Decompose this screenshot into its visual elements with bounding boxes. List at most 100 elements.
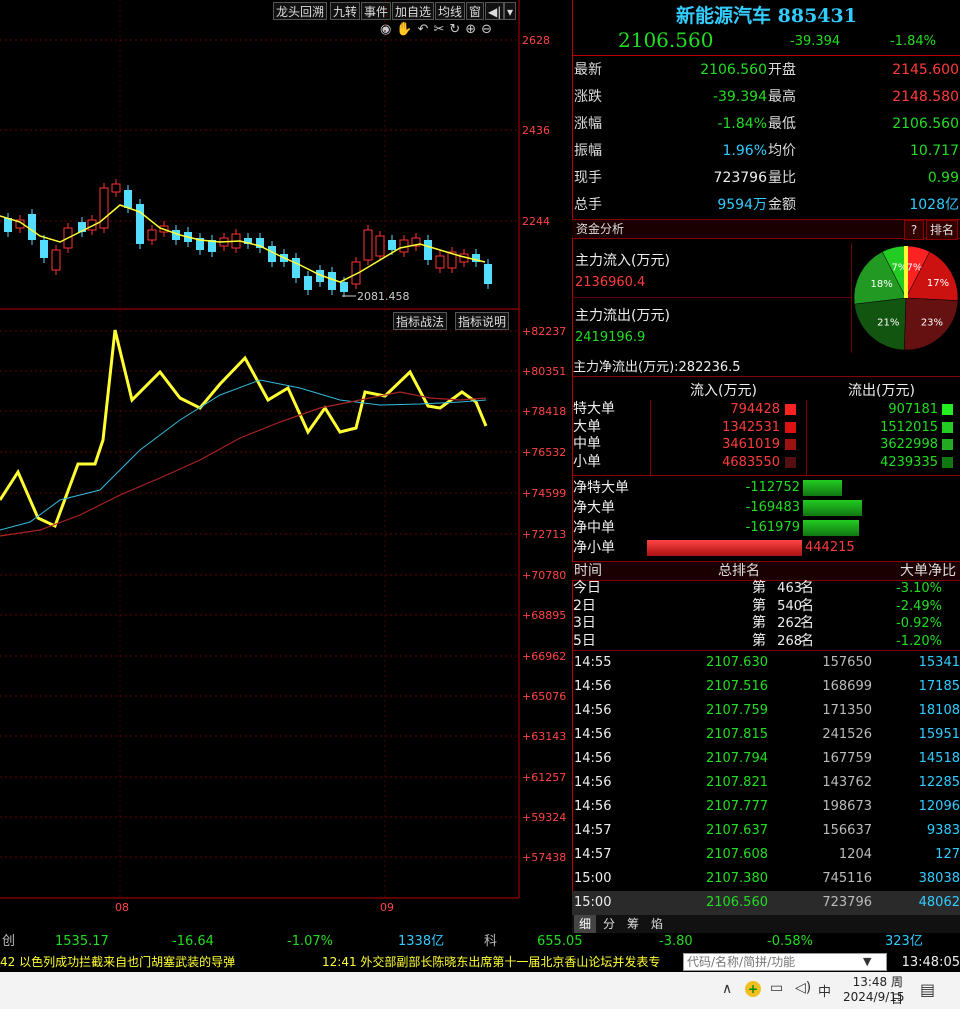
indicator-ytick: +72713 <box>522 528 566 541</box>
price-change: -39.394 <box>790 34 841 49</box>
index-left-change: -16.64 <box>172 934 214 949</box>
rank-di: 第 <box>752 580 766 596</box>
flow-out-value: 4239335 <box>880 454 938 470</box>
search-dropdown-icon[interactable]: ▼ <box>863 955 871 968</box>
tick-row[interactable]: 14:55 2107.630 157650 15341 <box>572 651 960 675</box>
tick-row[interactable]: 15:00 2107.380 745116 38038 <box>572 867 960 891</box>
net-row-name: 净特大单 <box>573 480 629 496</box>
tick-price: 2107.608 <box>705 847 768 862</box>
tick-volume: 171350 <box>822 703 872 718</box>
bottom-tab-bar: 细 分 筹 焰 <box>572 915 960 933</box>
indicator-ytick: +70780 <box>522 569 566 582</box>
indicator-strategy-button[interactable]: 指标战法 <box>393 312 448 330</box>
tick-volume: 143762 <box>822 775 872 790</box>
net-flow-row: 净中单 -161979 <box>572 518 960 538</box>
network-icon[interactable]: ▭ <box>770 980 783 996</box>
tick-row[interactable]: 14:57 2107.637 156637 9383 <box>572 819 960 843</box>
indicator-ytick: +76532 <box>522 446 566 459</box>
fund-analysis-header: 资金分析 ? 排名 <box>572 219 960 240</box>
net-row-name: 净小单 <box>573 540 615 556</box>
quote-label: 量比 <box>768 170 796 186</box>
flow-out-value: 3622998 <box>880 437 938 452</box>
rank-col-total: 总排名 <box>718 563 760 579</box>
news-ticker[interactable]: 42 以色列成功拦截来自也门胡塞武装的导弹 12:41 外交部副部长陈晓东出席第… <box>0 952 682 972</box>
quote-label: 均价 <box>768 143 796 159</box>
main-outflow-label: 主力流出(万元) <box>575 308 670 324</box>
fund-analysis-title[interactable]: 资金分析 <box>576 220 624 238</box>
current-price: 2106.560 <box>618 28 714 52</box>
tick-row[interactable]: 15:00 2106.560 723796 48062 <box>572 891 960 915</box>
fund-divider <box>572 297 852 298</box>
tick-time: 14:56 <box>574 703 612 718</box>
pie-label: 17% <box>927 278 949 289</box>
tab-chips[interactable]: 筹 <box>622 915 644 933</box>
tick-row[interactable]: 14:56 2107.794 167759 14518 <box>572 747 960 771</box>
tick-amount: 12285 <box>918 775 960 790</box>
index-right-label[interactable]: 科 <box>484 933 497 951</box>
tick-time: 15:00 <box>574 895 612 910</box>
rank-ratio: -3.10% <box>896 581 942 596</box>
quote-row: 涨跌 -39.394 最高 2148.580 <box>574 84 960 111</box>
indicator-ytick: +63143 <box>522 730 566 743</box>
quote-label: 最高 <box>768 89 796 105</box>
flow-in-value: 1342531 <box>722 419 780 435</box>
news-item-1[interactable]: 42 以色列成功拦截来自也门胡塞武装的导弹 <box>0 952 235 972</box>
tick-amount: 17185 <box>918 679 960 694</box>
rank-period: 今日 <box>573 580 601 596</box>
tick-time: 14:57 <box>574 847 612 862</box>
flow-in-value: 794428 <box>730 402 780 417</box>
net-flow-row: 净小单 444215 <box>572 538 960 558</box>
rank-ratio: -2.49% <box>896 598 942 614</box>
rank-button[interactable]: 排名 <box>926 220 958 240</box>
indicator-blue-line <box>0 379 487 531</box>
pie-marker <box>904 246 908 298</box>
tick-amount: 12096 <box>918 799 960 814</box>
flow-in-swatch <box>785 456 796 468</box>
quote-value: 2145.600 <box>892 62 959 78</box>
net-row-bar <box>803 480 842 496</box>
quote-value: 723796 <box>713 170 767 186</box>
tick-row[interactable]: 14:56 2107.821 143762 12285 <box>572 771 960 795</box>
tab-minute[interactable]: 分 <box>598 915 620 933</box>
volume-icon[interactable]: ◁) <box>795 980 811 996</box>
chevron-up-icon[interactable]: ∧ <box>722 981 732 997</box>
rank-col-ratio: 大单净比 <box>900 563 956 579</box>
chart-area[interactable]: 龙头回溯 九转 事件 加自选 均线 窗 ◀| ▾ ◉✋↶✂↻⊕⊖ 2081.45… <box>0 0 572 930</box>
index-bar: 创 1535.17 -16.64 -1.07% 1338亿 科 655.05 -… <box>0 933 960 951</box>
index-left-label[interactable]: 创 <box>2 933 15 951</box>
tick-row[interactable]: 14:56 2107.516 168699 17185 <box>572 675 960 699</box>
tick-row[interactable]: 14:56 2107.777 198673 12096 <box>572 795 960 819</box>
kline-ytick: 2436 <box>522 124 550 137</box>
tab-flame[interactable]: 焰 <box>646 915 668 933</box>
flow-row-name: 大单 <box>573 418 601 435</box>
tick-volume: 167759 <box>822 751 872 766</box>
quote-value: -39.394 <box>712 89 767 105</box>
help-button[interactable]: ? <box>904 220 924 240</box>
rank-period: 5日 <box>573 632 596 649</box>
tick-price: 2107.516 <box>705 679 768 694</box>
tick-row[interactable]: 14:57 2107.608 1204 127 <box>572 843 960 867</box>
net-row-value: -112752 <box>745 480 800 495</box>
taskbar-date[interactable]: 2024/9/15 <box>843 990 905 1004</box>
flow-out-swatch <box>942 439 953 450</box>
indicator-help-button[interactable]: 指标说明 <box>455 312 510 330</box>
tick-row[interactable]: 14:56 2107.815 241526 15951 <box>572 723 960 747</box>
tab-detail[interactable]: 细 <box>574 915 596 933</box>
net-row-name: 净中单 <box>573 520 615 536</box>
tick-price: 2107.380 <box>705 871 768 886</box>
flow-in-value: 4683550 <box>722 454 780 470</box>
tick-row[interactable]: 14:56 2107.759 171350 18108 <box>572 699 960 723</box>
rank-di: 第 <box>752 615 766 631</box>
index-left-pct: -1.07% <box>287 934 333 949</box>
index-left-price: 1535.17 <box>55 934 109 949</box>
app-tray-icon[interactable]: + <box>745 981 761 997</box>
news-item-2[interactable]: 12:41 外交部副部长陈晓东出席第十一届北京香山论坛并发表专 <box>322 952 660 972</box>
notification-icon[interactable]: ▤ <box>920 980 935 999</box>
flow-out-swatch <box>942 421 953 433</box>
ime-indicator[interactable]: 中 <box>818 981 831 1000</box>
flow-in-value: 3461019 <box>722 437 780 452</box>
search-input[interactable] <box>683 953 887 971</box>
rank-header: 时间 总排名 大单净比 <box>572 561 960 581</box>
net-top-divider <box>572 475 960 476</box>
quote-value: 2148.580 <box>892 89 959 105</box>
